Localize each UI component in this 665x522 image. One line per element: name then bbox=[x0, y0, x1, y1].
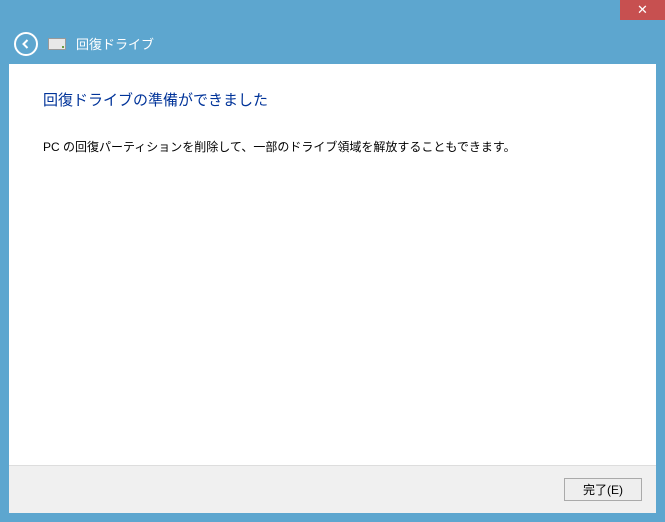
content-wrapper: 回復ドライブの準備ができました PC の回復パーティションを削除して、一部のドラ… bbox=[0, 64, 665, 522]
titlebar: ✕ bbox=[0, 0, 665, 23]
wizard-footer: 完了(E) bbox=[9, 465, 656, 513]
page-heading: 回復ドライブの準備ができました bbox=[43, 89, 622, 110]
drive-icon bbox=[48, 38, 66, 50]
window-title: 回復ドライブ bbox=[76, 34, 154, 53]
finish-button[interactable]: 完了(E) bbox=[564, 478, 642, 501]
content-panel: 回復ドライブの準備ができました PC の回復パーティションを削除して、一部のドラ… bbox=[9, 64, 656, 513]
back-button[interactable] bbox=[14, 32, 38, 56]
close-button[interactable]: ✕ bbox=[620, 0, 665, 20]
close-icon: ✕ bbox=[637, 2, 648, 18]
wizard-header: 回復ドライブ bbox=[0, 23, 665, 64]
arrow-left-icon bbox=[20, 38, 32, 50]
body-text: PC の回復パーティションを削除して、一部のドライブ領域を解放することもできます… bbox=[43, 138, 622, 157]
